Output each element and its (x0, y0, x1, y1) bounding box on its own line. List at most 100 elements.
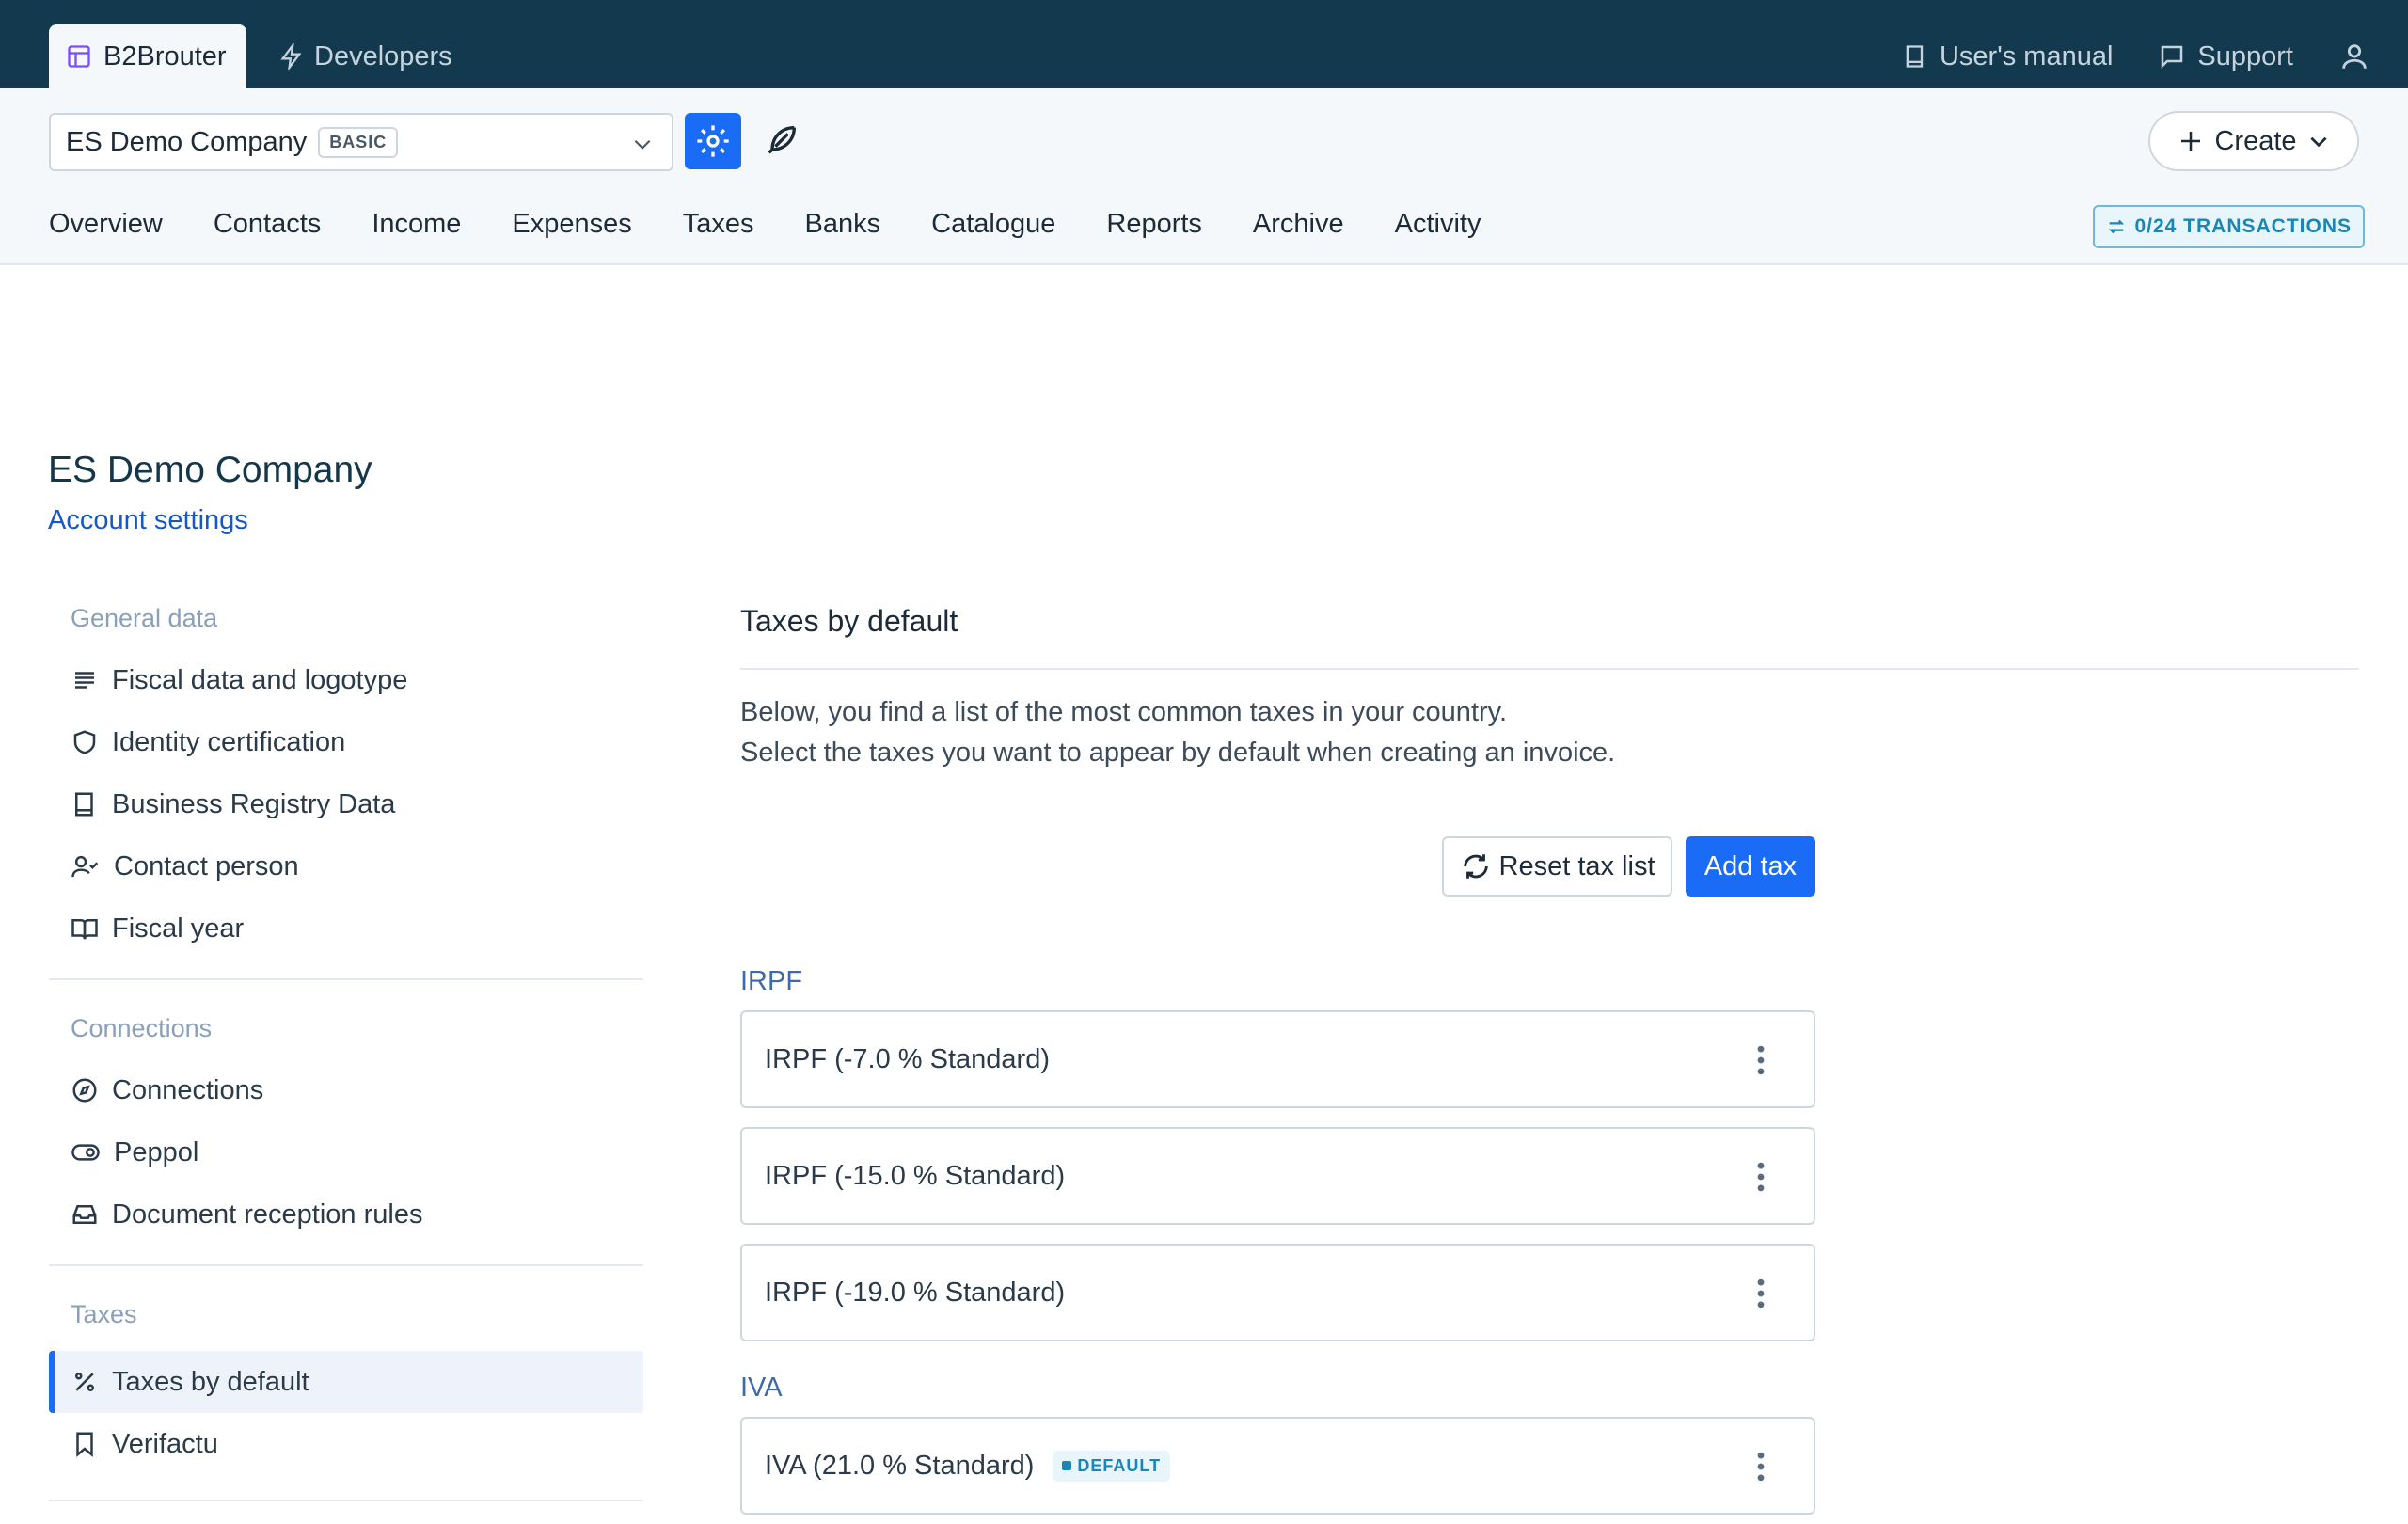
tax-group-irpf: IRPF (740, 966, 803, 996)
support-link[interactable]: Support (2158, 41, 2293, 72)
sidebar-item-identity[interactable]: Identity certification (49, 711, 643, 773)
transactions-label: 0/24 TRANSACTIONS (2134, 215, 2352, 237)
book-icon (75, 792, 93, 817)
chat-icon (2162, 45, 2183, 70)
bookmark-icon (76, 1432, 93, 1457)
shield-icon (73, 730, 96, 754)
sidebar-divider (49, 1500, 643, 1501)
sidebar-item-label: Contact person (114, 850, 299, 881)
add-tax-button[interactable]: Add tax (1686, 836, 1815, 897)
reset-tax-list-button[interactable]: Reset tax list (1442, 836, 1672, 897)
tax-row[interactable]: IRPF (-7.0 % Standard) (740, 1010, 1815, 1108)
lines-icon (75, 672, 94, 689)
settings-button[interactable] (685, 113, 741, 169)
feather-button[interactable] (758, 117, 805, 164)
transactions-badge[interactable]: 0/24 TRANSACTIONS (2093, 205, 2365, 248)
reset-tax-list-label: Reset tax list (1498, 850, 1656, 881)
sidebar-section-general: General data (71, 604, 218, 632)
open-book-icon (71, 919, 98, 940)
kebab-menu-icon[interactable] (1755, 1161, 1766, 1193)
user-check-icon (71, 855, 99, 878)
user-icon (2342, 44, 2367, 69)
nav-contacts[interactable]: Contacts (214, 209, 321, 240)
sidebar-item-label: Verifactu (112, 1428, 218, 1459)
nav-activity[interactable]: Activity (1395, 209, 1481, 240)
sidebar-item-label: Business Registry Data (112, 788, 396, 819)
create-label: Create (2214, 125, 2297, 156)
create-button[interactable]: Create (2148, 111, 2359, 171)
sidebar-divider (49, 1264, 643, 1266)
kebab-menu-icon[interactable] (1755, 1278, 1766, 1310)
company-select[interactable]: ES Demo Company BASIC (49, 113, 673, 171)
main-nav: Overview Contacts Income Expenses Taxes … (49, 209, 1531, 240)
layout-icon (68, 45, 90, 68)
company-name: ES Demo Company (66, 126, 308, 157)
sidebar-item-label: Taxes by default (112, 1366, 309, 1397)
default-badge: DEFAULT (1053, 1450, 1171, 1482)
toggle-icon (71, 1144, 100, 1161)
sidebar-section-taxes: Taxes (71, 1300, 137, 1328)
tax-label: IRPF (-15.0 % Standard) (765, 1160, 1066, 1191)
book-icon (1906, 45, 1924, 68)
nav-banks[interactable]: Banks (805, 209, 881, 240)
chevron-down-icon (2309, 136, 2327, 148)
sidebar-section-connections: Connections (71, 1014, 213, 1042)
nav-archive[interactable]: Archive (1253, 209, 1344, 240)
sidebar-item-peppol[interactable]: Peppol (49, 1121, 643, 1183)
kebab-menu-icon[interactable] (1755, 1044, 1766, 1076)
compass-icon (72, 1078, 97, 1103)
sidebar-item-contact-person[interactable]: Contact person (49, 835, 643, 897)
feather-icon (768, 126, 796, 154)
section-description: Below, you find a list of the most commo… (740, 692, 1615, 773)
sidebar-item-label: Peppol (114, 1136, 199, 1167)
nav-income[interactable]: Income (372, 209, 461, 240)
tax-row[interactable]: IVA (21.0 % Standard) DEFAULT (740, 1417, 1815, 1515)
tab-developers[interactable]: Developers (278, 24, 452, 88)
kebab-menu-icon[interactable] (1755, 1451, 1766, 1483)
tax-label: IVA (21.0 % Standard) (765, 1450, 1035, 1481)
nav-reports[interactable]: Reports (1106, 209, 1202, 240)
sidebar-item-label: Fiscal year (112, 913, 245, 944)
sidebar-item-label: Fiscal data and logotype (112, 664, 408, 695)
account-settings-link[interactable]: Account settings (48, 505, 248, 536)
tab-b2brouter-label: B2Brouter (103, 40, 227, 71)
tax-label: IRPF (-19.0 % Standard) (765, 1277, 1066, 1308)
tax-row[interactable]: IRPF (-15.0 % Standard) (740, 1127, 1815, 1225)
support-label: Support (2197, 40, 2293, 71)
tax-row[interactable]: IRPF (-19.0 % Standard) (740, 1244, 1815, 1341)
section-title: Taxes by default (740, 604, 958, 638)
users-manual-label: User's manual (1939, 40, 2114, 71)
sidebar-item-verifactu[interactable]: Verifactu (49, 1413, 643, 1475)
nav-taxes[interactable]: Taxes (683, 209, 754, 240)
nav-catalogue[interactable]: Catalogue (931, 209, 1055, 240)
sidebar-item-label: Document reception rules (112, 1199, 423, 1230)
tax-label: IRPF (-7.0 % Standard) (765, 1043, 1050, 1074)
sidebar-item-business-registry[interactable]: Business Registry Data (49, 773, 643, 835)
users-manual-link[interactable]: User's manual (1902, 41, 2113, 72)
sidebar-item-reception-rules[interactable]: Document reception rules (49, 1183, 643, 1246)
sidebar-item-label: Connections (112, 1074, 264, 1105)
sidebar-divider (49, 978, 643, 980)
badge-dot (1062, 1461, 1072, 1470)
user-menu-button[interactable] (2338, 40, 2370, 72)
sidebar-item-fiscal-data[interactable]: Fiscal data and logotype (49, 649, 643, 711)
default-badge-label: DEFAULT (1077, 1455, 1162, 1475)
nav-expenses[interactable]: Expenses (512, 209, 631, 240)
tax-group-iva: IVA (740, 1373, 783, 1403)
percent-icon (75, 1373, 94, 1391)
tab-b2brouter[interactable]: B2Brouter (49, 24, 246, 88)
refresh-icon (1463, 854, 1488, 879)
gear-icon (697, 125, 729, 157)
settings-sidebar: General data Fiscal data and logotype Id… (49, 593, 643, 1524)
sidebar-item-connections[interactable]: Connections (49, 1059, 643, 1121)
chevron-down-icon (634, 139, 651, 150)
description-line-1: Below, you find a list of the most commo… (740, 697, 1508, 727)
sidebar-item-fiscal-year[interactable]: Fiscal year (49, 897, 643, 960)
inbox-icon (72, 1205, 97, 1224)
sidebar-item-taxes-by-default[interactable]: Taxes by default (49, 1351, 643, 1413)
tab-developers-label: Developers (314, 40, 452, 71)
company-bar: ES Demo Company BASIC Create Overview Co… (0, 88, 2408, 265)
plus-icon (2181, 132, 2201, 151)
nav-overview[interactable]: Overview (49, 209, 163, 240)
top-bar: B2Brouter Developers User's manual Suppo… (0, 0, 2408, 88)
